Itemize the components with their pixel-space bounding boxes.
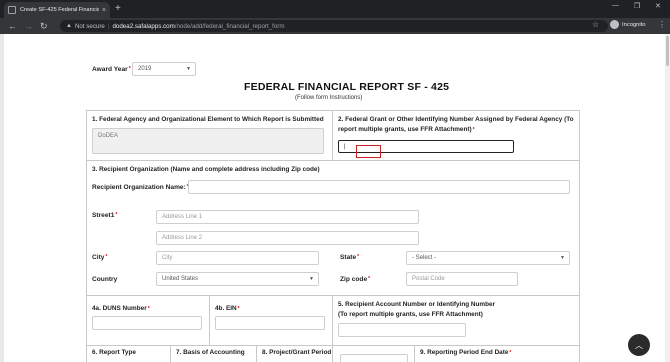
reload-icon[interactable]: ↻: [40, 20, 48, 32]
state-select[interactable]: - Select - ▼: [406, 251, 570, 265]
divider: [332, 110, 333, 160]
federal-agency-field: DoDEA: [92, 128, 324, 154]
duns-number-input[interactable]: [92, 316, 202, 330]
address-line-2-input[interactable]: Address Line 2: [156, 231, 419, 245]
tab-close-icon[interactable]: ×: [102, 7, 106, 14]
incognito-indicator[interactable]: Incognito: [610, 20, 646, 29]
browser-toolbar: ← → ↻ ▲ Not secure | dodea2.safalapps.co…: [0, 18, 670, 34]
divider: [86, 295, 580, 296]
country-label: Country: [92, 276, 118, 283]
duns-label: 4a. DUNS Number*: [92, 305, 150, 312]
browser-window: Create SF-425 Federal Financial R... × +…: [0, 0, 670, 362]
divider: [86, 160, 580, 161]
section1-label: 1. Federal Agency and Organizational Ele…: [92, 116, 324, 123]
divider: [170, 345, 171, 362]
not-secure-warning-icon: ▲: [66, 23, 72, 29]
country-select[interactable]: United States ▼: [156, 272, 319, 286]
section2-label: 2. Federal Grant or Other Identifying Nu…: [338, 116, 574, 133]
browser-menu-icon[interactable]: ⋮: [658, 20, 666, 29]
page-title: FEDERAL FINANCIAL REPORT SF - 425: [244, 81, 450, 93]
divider: [414, 345, 415, 362]
divider: [256, 345, 257, 362]
chevron-down-icon: ▼: [309, 276, 314, 282]
incognito-icon: [610, 20, 619, 29]
back-icon[interactable]: ←: [8, 20, 17, 32]
address-bar[interactable]: ▲ Not secure | dodea2.safalapps.com /nod…: [60, 20, 608, 32]
forward-icon[interactable]: →: [24, 20, 33, 32]
project-period-input[interactable]: [340, 354, 408, 362]
restore-icon[interactable]: ❐: [634, 2, 640, 10]
section3-label: 3. Recipient Organization (Name and comp…: [92, 166, 320, 173]
state-label: State*: [340, 254, 360, 261]
page-favicon-icon: [8, 6, 16, 14]
section5-label: 5. Recipient Account Number or Identifyi…: [338, 301, 496, 318]
browser-tab[interactable]: Create SF-425 Federal Financial R... ×: [4, 2, 110, 18]
close-window-icon[interactable]: ✕: [655, 2, 661, 10]
incognito-label: Incognito: [622, 21, 646, 28]
url-host: dodea2.safalapps.com: [112, 22, 175, 30]
award-year-label: Award Year*: [92, 66, 131, 73]
new-tab-button[interactable]: +: [115, 3, 121, 15]
page-viewport: Award Year* 2019 ▼ FEDERAL FINANCIAL REP…: [0, 34, 670, 362]
bookmark-star-icon[interactable]: ☆: [592, 20, 599, 29]
url-separator: |: [107, 22, 110, 30]
section8-label: 8. Project/Grant Period: [262, 349, 332, 356]
form-sheet: Award Year* 2019 ▼ FEDERAL FINANCIAL REP…: [4, 34, 666, 362]
city-label: City*: [92, 254, 108, 261]
scrollbar-thumb[interactable]: [666, 36, 669, 66]
divider: [209, 295, 210, 345]
security-label: Not secure: [74, 22, 105, 30]
scroll-to-top-button[interactable]: ︿: [628, 334, 650, 356]
recipient-org-input[interactable]: [188, 180, 570, 194]
award-year-select[interactable]: 2019 ▼: [132, 62, 196, 76]
page-subtitle: (Follow form Instructions): [295, 95, 363, 101]
highlight-annotation: [356, 145, 381, 158]
ein-label: 4b. EIN*: [215, 305, 240, 312]
chevron-down-icon: ▼: [186, 66, 191, 72]
recipient-org-label: Recipient Organization Name:*: [92, 184, 189, 191]
url-path: /node/add/federal_financial_report_form: [174, 22, 285, 30]
section7-label: 7. Basis of Accounting: [176, 349, 245, 356]
divider: [332, 295, 333, 362]
section6-label: 6. Report Type: [92, 349, 136, 356]
zip-label: Zip code*: [340, 276, 371, 283]
address-line-1-input[interactable]: Address Line 1: [156, 210, 419, 224]
page-scrollbar[interactable]: [665, 34, 670, 362]
zip-code-input[interactable]: Postal Code: [406, 272, 518, 286]
city-input[interactable]: City: [156, 251, 319, 265]
divider: [86, 345, 580, 346]
ein-input[interactable]: [215, 316, 325, 330]
chevron-down-icon: ▼: [560, 255, 565, 261]
section9-label: 9. Reporting Period End Date*: [420, 349, 512, 356]
tab-strip: Create SF-425 Federal Financial R... × +…: [0, 0, 670, 18]
street-label: Street1*: [92, 212, 118, 219]
recipient-account-input[interactable]: [338, 323, 466, 337]
tab-title: Create SF-425 Federal Financial R...: [20, 7, 99, 13]
minimize-icon[interactable]: —: [612, 2, 619, 9]
